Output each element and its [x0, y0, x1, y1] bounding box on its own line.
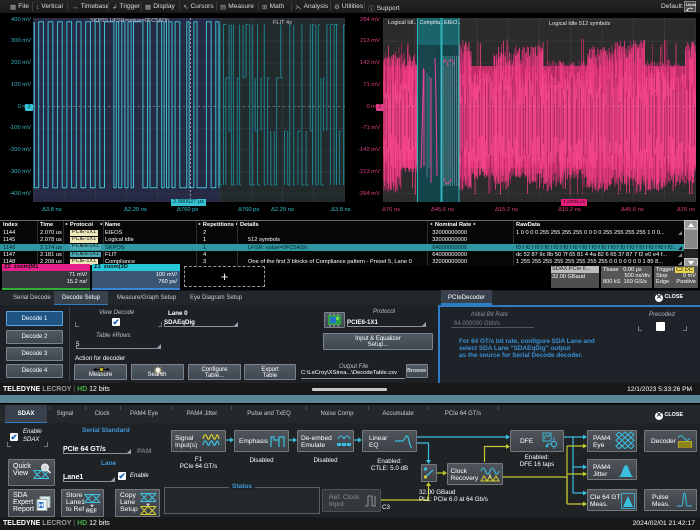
svg-text:REF: REF [86, 508, 98, 513]
